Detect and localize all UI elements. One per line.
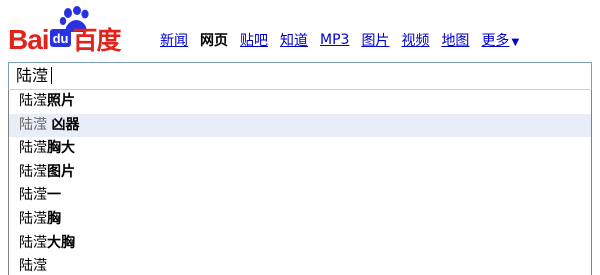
nav-more-link[interactable]: 更多 ▼ <box>481 30 519 50</box>
nav-item-images[interactable]: 图片 <box>361 30 389 50</box>
logo-wordmark: Bai du 百度 <box>8 24 121 56</box>
suggestion-query: 陆滢 <box>19 93 47 109</box>
nav-item-mp3[interactable]: MP3 <box>320 32 349 48</box>
suggestion-query: 陆滢 <box>19 116 52 133</box>
baidu-logo[interactable]: Bai du 百度 <box>8 6 156 56</box>
nav-item-news[interactable]: 新闻 <box>160 30 188 50</box>
nav-item-zhidao[interactable]: 知道 <box>280 30 308 50</box>
suggestion-completion: 凶器 <box>51 116 80 133</box>
search-input[interactable]: 陆滢 <box>8 62 592 90</box>
suggestion-completion: 大胸 <box>47 234 75 251</box>
search-area: 陆滢 陆滢照片 陆滢 凶器 陆滢胸大 陆滢图片 陆滢一 陆滢胸 陆滢大胸 陆滢 <box>8 62 592 275</box>
suggestion-list: 陆滢照片 陆滢 凶器 陆滢胸大 陆滢图片 陆滢一 陆滢胸 陆滢大胸 陆滢 <box>8 90 592 275</box>
search-input-value: 陆滢 <box>16 66 53 86</box>
suggestion-item[interactable]: 陆滢胸大 <box>9 137 591 161</box>
suggestion-item[interactable]: 陆滢一 <box>9 184 591 208</box>
suggestion-completion: 胸大 <box>47 140 75 157</box>
suggestion-item[interactable]: 陆滢 <box>9 255 591 275</box>
nav-item-map[interactable]: 地图 <box>441 30 469 50</box>
suggestion-query: 陆滢 <box>19 210 47 227</box>
suggestion-query: 陆滢 <box>19 187 47 204</box>
nav-item-tieba[interactable]: 贴吧 <box>240 30 268 50</box>
suggestion-completion: 照片 <box>47 93 75 109</box>
suggestion-item-highlighted[interactable]: 陆滢 凶器 <box>9 113 591 138</box>
suggestion-item[interactable]: 陆滢照片 <box>9 90 591 114</box>
suggestion-completion: 图片 <box>47 163 75 180</box>
search-query-text: 陆滢 <box>16 66 49 85</box>
nav-item-video[interactable]: 视频 <box>401 30 429 50</box>
suggestion-item[interactable]: 陆滢大胸 <box>9 232 591 256</box>
suggestion-query: 陆滢 <box>19 234 47 251</box>
nav-more-label: 更多 <box>481 33 510 49</box>
suggestion-completion: 胸 <box>47 210 61 227</box>
suggestion-item[interactable]: 陆滢图片 <box>9 161 591 185</box>
suggestion-item[interactable]: 陆滢胸 <box>9 208 591 232</box>
baidu-search-page: Bai du 百度 新闻 网页 贴吧 知道 MP3 图片 视频 地图 更多 ▼ 陆滢 … <box>0 0 600 275</box>
nav-item-web: 网页 <box>200 33 228 49</box>
text-cursor <box>51 67 53 84</box>
product-nav: 新闻 网页 贴吧 知道 MP3 图片 视频 地图 更多 ▼ <box>160 30 519 50</box>
logo-chinese: 百度 <box>72 27 121 55</box>
caret-down-icon: ▼ <box>511 37 520 48</box>
suggestion-query: 陆滢 <box>19 140 47 157</box>
logo-du: du <box>49 29 72 47</box>
suggestion-query: 陆滢 <box>19 258 47 275</box>
suggestion-completion: 一 <box>47 187 61 204</box>
suggestion-query: 陆滢 <box>19 163 47 180</box>
logo-bai: Bai <box>8 24 50 55</box>
